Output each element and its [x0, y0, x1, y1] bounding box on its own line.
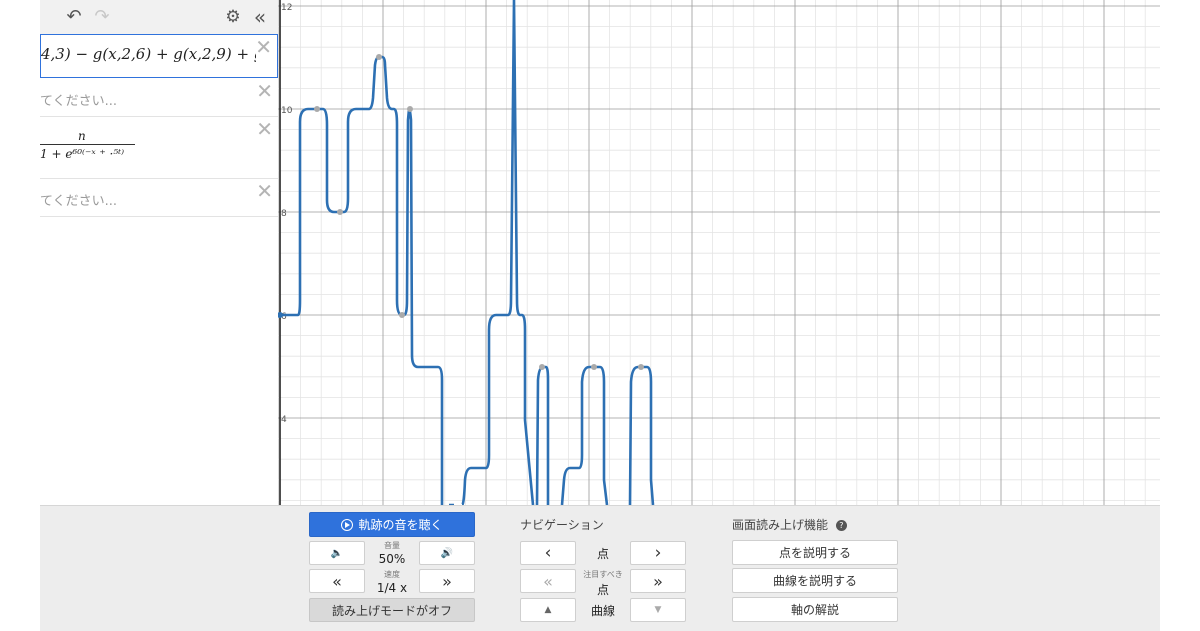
fraction-numerator: n — [78, 129, 86, 143]
graph-canvas[interactable]: 12 10 8 6 4 — [278, 0, 1160, 505]
speed-down-button[interactable]: « — [309, 569, 365, 593]
readout-mode-toggle[interactable]: 読み上げモードがオフ — [309, 598, 475, 622]
speaker-low-icon: 🔈 — [330, 547, 344, 559]
previous-curve-button[interactable]: ▲ — [520, 598, 576, 622]
y-tick-label: 8 — [281, 209, 287, 219]
delete-expression-icon[interactable]: ✕ — [256, 181, 273, 201]
curve-nav-label: 曲線 — [590, 604, 615, 618]
triangle-down-icon: ▼ — [654, 605, 662, 615]
poi-dot[interactable] — [638, 364, 644, 370]
chevron-left-icon: ‹ — [544, 543, 552, 563]
double-chevron-right-icon: » — [442, 571, 452, 591]
poi-value: 点 — [596, 583, 609, 597]
screen-reader-heading: 画面読み上げ機能 ? — [732, 516, 847, 533]
expression-panel: ↶ ↷ ⚙ « 4,3) − g(x,2,6) + g(x,2,9) + g(x… — [40, 0, 279, 505]
double-chevron-right-icon: » — [653, 571, 663, 591]
explain-axes-label: 軸の解説 — [790, 603, 839, 617]
listen-trace-button[interactable]: 軌跡の音を聴く — [309, 512, 475, 537]
gear-icon[interactable]: ⚙ — [222, 6, 244, 28]
screen-reader-heading-text: 画面読み上げ機能 — [732, 518, 829, 532]
volume-value: 50% — [378, 552, 406, 566]
volume-label: 音量 — [384, 541, 400, 550]
poi-dot[interactable] — [376, 54, 382, 60]
next-curve-button[interactable]: ▼ — [630, 598, 686, 622]
play-icon — [341, 518, 354, 531]
speed-value: 1/4 x — [376, 581, 408, 595]
speed-label: 速度 — [384, 570, 400, 579]
previous-point-button[interactable]: ‹ — [520, 541, 576, 565]
redo-icon[interactable]: ↷ — [90, 6, 114, 28]
expression-item[interactable]: n 1 + e⁶⁰⁽⁻ˣ ⁺ ·⁵ᵗ⁾ ✕ — [40, 117, 278, 179]
poi-dot[interactable] — [407, 106, 413, 112]
explain-axes-button[interactable]: 軸の解説 — [732, 597, 898, 622]
poi-dot[interactable] — [314, 106, 320, 112]
double-chevron-left-icon: « — [543, 571, 553, 591]
y-tick-labels: 12 10 8 6 4 — [281, 3, 293, 425]
poi-dot[interactable] — [399, 312, 405, 318]
poi-dot[interactable] — [591, 364, 597, 370]
expression-toolbar: ↶ ↷ ⚙ « — [40, 0, 278, 35]
help-icon[interactable]: ? — [835, 520, 847, 531]
volume-up-button[interactable]: 🔊 — [419, 541, 475, 565]
audio-trace-panel: 軌跡の音を聴く 🔈 音量 50% 🔊 « 速度 1/4 x » 読み上げモードが… — [40, 505, 1160, 631]
poi-label: 注目すべき — [583, 570, 623, 579]
describe-curve-label: 曲線を説明する — [772, 574, 857, 588]
expression-placeholder[interactable]: てください... — [40, 90, 117, 109]
poi-dot[interactable] — [337, 209, 343, 215]
chevron-right-icon: › — [654, 543, 662, 563]
expression-item[interactable]: てください... ✕ — [40, 79, 278, 117]
double-chevron-left-icon: « — [332, 571, 342, 591]
y-tick-label: 10 — [281, 106, 293, 116]
delete-expression-icon[interactable]: ✕ — [255, 37, 272, 57]
speaker-high-icon: 🔊 — [440, 547, 454, 559]
y-tick-label: 4 — [281, 415, 287, 425]
expression-item[interactable]: てください... ✕ — [40, 179, 278, 217]
fraction-bar — [40, 144, 135, 145]
describe-point-label: 点を説明する — [778, 546, 851, 560]
delete-expression-icon[interactable]: ✕ — [256, 81, 273, 101]
expression-placeholder[interactable]: てください... — [40, 190, 117, 209]
delete-expression-icon[interactable]: ✕ — [256, 119, 273, 139]
previous-poi-button[interactable]: « — [520, 569, 576, 593]
describe-point-button[interactable]: 点を説明する — [732, 540, 898, 565]
next-point-button[interactable]: › — [630, 541, 686, 565]
point-nav-label: 点 — [596, 547, 609, 561]
readout-mode-label: 読み上げモードがオフ — [331, 603, 452, 618]
triangle-up-icon: ▲ — [544, 605, 552, 615]
y-tick-label: 12 — [281, 3, 292, 13]
navigation-heading: ナビゲーション — [520, 518, 604, 532]
graph-svg[interactable]: 12 10 8 6 4 — [278, 0, 1160, 505]
describe-curve-button[interactable]: 曲線を説明する — [732, 568, 898, 593]
listen-trace-label: 軌跡の音を聴く — [358, 518, 443, 532]
speed-up-button[interactable]: » — [419, 569, 475, 593]
next-poi-button[interactable]: » — [630, 569, 686, 593]
collapse-panel-icon[interactable]: « — [248, 6, 272, 28]
expression-formula[interactable]: 4,3) − g(x,2,6) + g(x,2,9) + g(x,1 — [41, 45, 256, 63]
volume-down-button[interactable]: 🔈 — [309, 541, 365, 565]
fraction-denominator: 1 + e⁶⁰⁽⁻ˣ ⁺ ·⁵ᵗ⁾ — [40, 147, 125, 161]
poi-dot[interactable] — [539, 364, 545, 370]
undo-icon[interactable]: ↶ — [62, 6, 86, 28]
expression-item[interactable]: 4,3) − g(x,2,6) + g(x,2,9) + g(x,1 ✕ — [40, 34, 278, 78]
